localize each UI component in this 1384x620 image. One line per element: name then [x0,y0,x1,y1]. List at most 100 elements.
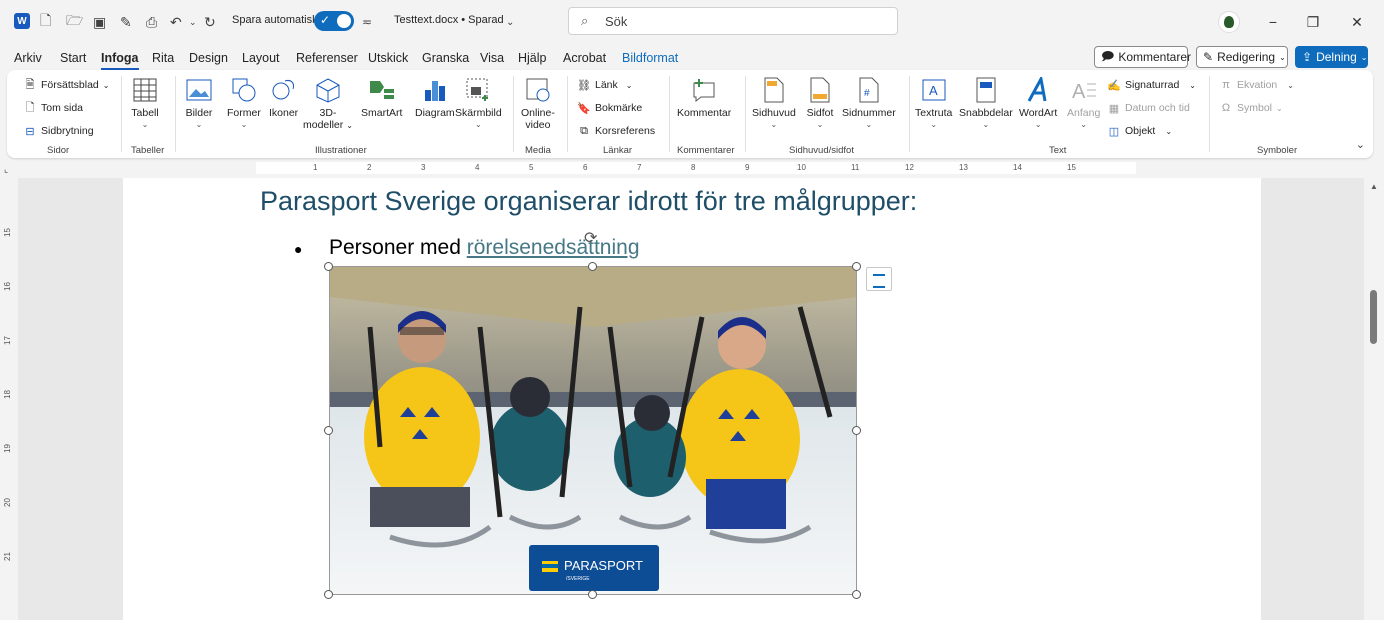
object-button[interactable]: ◫ Objekt ⌄ [1107,124,1172,138]
tab-design[interactable]: Design [189,51,228,65]
chevron-down-icon: ⌄ [982,120,990,129]
scrollbar-thumb[interactable] [1370,290,1377,344]
link-button[interactable]: ⛓ Länk ⌄ [577,78,632,92]
resize-handle-top-left[interactable] [324,262,333,271]
date-time-button[interactable]: ▦ Datum och tid [1107,101,1190,115]
new-document-icon[interactable]: 🗋 [40,12,51,32]
page-break-button[interactable]: ⊟ Sidbrytning [23,124,93,138]
resize-handle-bottom-right[interactable] [852,590,861,599]
vertical-scrollbar[interactable]: ▲ [1364,178,1384,620]
tab-visa[interactable]: Visa [480,51,504,65]
selected-picture[interactable]: PARASPORT /SVERIGE [329,266,857,595]
chevron-down-icon[interactable]: ⌄ [506,12,514,32]
comments-button[interactable]: 🗩 Kommentarer [1094,46,1191,68]
search-box[interactable]: ⌕ Sök [568,7,898,35]
vertical-ruler[interactable]: 15 16 17 18 19 20 21 [0,178,18,620]
online-video-button[interactable]: Online- video [521,76,555,131]
wordart-button[interactable]: WordArt ⌄ [1019,76,1057,131]
save-icon[interactable]: ▣ [93,12,106,32]
tab-acrobat[interactable]: Acrobat [563,51,606,65]
tab-utskick[interactable]: Utskick [368,51,408,65]
symbol-button[interactable]: Ω Symbol ⌄ [1219,101,1283,115]
quickparts-button[interactable]: Snabbdelar ⌄ [959,76,1013,131]
horizontal-ruler[interactable]: 1 2 3 4 5 6 7 8 9 10 11 12 13 14 15 [18,160,1364,178]
toggle-knob [337,14,351,28]
resize-handle-top-right[interactable] [852,262,861,271]
tab-referenser[interactable]: Referenser [296,51,358,65]
bookmark-button[interactable]: 🔖 Bokmärke [577,101,642,115]
open-folder-icon[interactable]: 🗁 [66,12,83,32]
crossref-icon: ⧉ [580,124,588,137]
tab-hjalp[interactable]: Hjälp [518,51,547,65]
restore-icon[interactable]: ❐ [1298,10,1328,34]
print-preview-icon[interactable]: ⎙ [146,12,157,32]
resize-handle-right[interactable] [852,426,861,435]
pictures-button[interactable]: Bilder ⌄ [185,76,213,131]
dropcap-button[interactable]: A Anfang ⌄ [1067,76,1100,131]
tab-rita[interactable]: Rita [152,51,174,65]
cover-page-button[interactable]: 🗎 Försättsblad ⌄ [23,78,110,92]
tab-granska[interactable]: Granska [422,51,469,65]
tab-arkiv[interactable]: Arkiv [14,51,42,65]
screenshot-button[interactable]: Skärmbild ⌄ [455,76,502,131]
pi-icon: π [1222,79,1230,91]
group-label-symboler: Symboler [1257,145,1298,156]
icons-label: Ikoner [269,107,299,119]
tab-infoga[interactable]: Infoga [101,51,139,70]
group-label-media: Media [525,145,551,156]
editing-button[interactable]: ✎ Redigering ⌄ [1196,46,1288,68]
tab-start[interactable]: Start [60,51,86,65]
share-button[interactable]: ⇪ Delning ⌄ [1295,46,1368,68]
3d-models-button[interactable]: 3D- modeller ⌄ [303,76,353,132]
bookmark-icon: 🔖 [577,102,591,115]
resize-handle-left[interactable] [324,426,333,435]
undo-dropdown-icon[interactable]: ⌄ [189,12,197,32]
resize-handle-bottom-left[interactable] [324,590,333,599]
redo-icon[interactable]: ↻ [204,12,216,32]
shapes-button[interactable]: Former ⌄ [227,76,261,131]
close-icon[interactable]: ✕ [1342,10,1372,34]
customize-toolbar-icon[interactable]: ≂ [362,12,372,32]
new-comment-button[interactable]: Kommentar [677,76,731,119]
quickparts-label: Snabbdelar [959,107,1013,119]
page-number-button[interactable]: # Sidnummer ⌄ [842,76,896,131]
bullet-text: Personer med [329,236,467,259]
undo-icon[interactable]: ↶ [170,12,182,32]
avatar[interactable] [1218,11,1240,33]
textbox-button[interactable]: A Textruta ⌄ [915,76,952,131]
minimize-icon[interactable]: − [1258,10,1288,34]
resize-handle-top[interactable] [588,262,597,271]
signature-line-button[interactable]: ✍ Signaturrad ⌄ [1107,78,1196,92]
header-label: Sidhuvud [752,107,796,119]
scroll-up-icon[interactable]: ▲ [1370,182,1378,191]
chevron-down-icon: ⌄ [770,120,778,129]
header-button[interactable]: Sidhuvud ⌄ [752,76,796,131]
chevron-down-icon: ⌄ [1034,120,1042,129]
blank-page-button[interactable]: 🗋 Tom sida [23,101,83,115]
equation-button[interactable]: π Ekvation ⌄ [1219,78,1294,92]
smartart-button[interactable]: SmartArt [361,76,402,119]
chart-label: Diagram [415,107,455,119]
screenshot-icon [464,76,492,104]
wordart-icon [1024,76,1052,104]
page-number-label: Sidnummer [842,107,896,119]
save-as-icon[interactable]: ✎ [120,12,132,32]
autosave-toggle[interactable]: ✓ [314,11,354,31]
layout-options-icon[interactable] [866,267,892,291]
rotate-handle-icon[interactable]: ⟳ [584,228,597,248]
crossref-button[interactable]: ⧉ Korsreferens [577,124,655,138]
chart-button[interactable]: Diagram [415,76,455,119]
resize-handle-bottom[interactable] [588,590,597,599]
ribbon-divider [567,76,568,152]
share-icon: ⇪ [1302,50,1313,64]
collapse-ribbon-icon[interactable]: ⌄ [1356,138,1365,151]
icons-button[interactable]: Ikoner [269,76,298,119]
tab-layout[interactable]: Layout [242,51,280,65]
document-heading[interactable]: Parasport Sverige organiserar idrott för… [260,186,917,217]
tab-selector-icon[interactable]: ⌞ [4,164,8,175]
table-button[interactable]: Tabell ⌄ [131,76,159,131]
document-name[interactable]: Testtext.docx • Sparad [394,14,504,26]
footer-button[interactable]: Sidfot ⌄ [806,76,834,131]
tab-bildformat[interactable]: Bildformat [622,51,678,65]
hyperlink[interactable]: rörelsenedsättning [467,236,640,259]
